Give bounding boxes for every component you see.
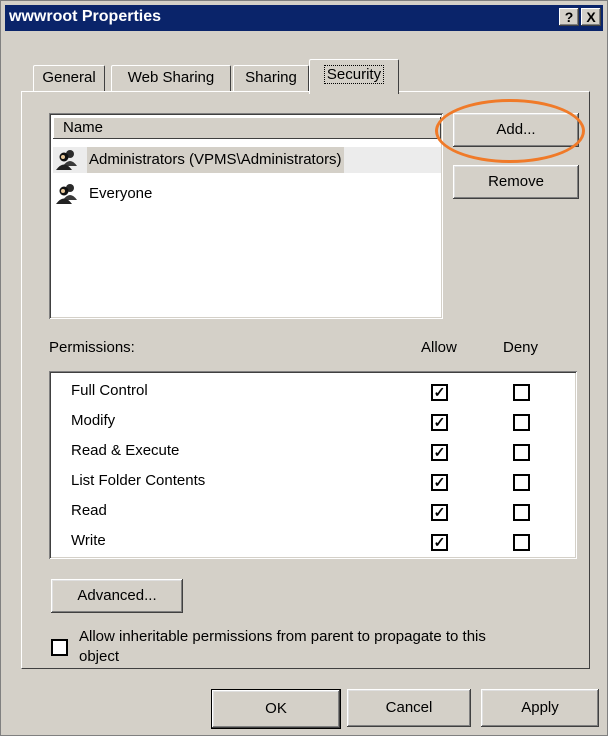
tab-web-sharing[interactable]: Web Sharing (111, 65, 231, 92)
allow-checkbox[interactable]: ✓ (431, 414, 448, 431)
inherit-label-line1: Allow inheritable permissions from paren… (79, 628, 486, 645)
users-group-icon (56, 184, 77, 204)
allow-checkbox[interactable]: ✓ (431, 504, 448, 521)
allow-checkbox[interactable]: ✓ (431, 444, 448, 461)
users-list-header[interactable]: Name (53, 117, 441, 139)
users-group-icon (56, 150, 77, 170)
deny-checkbox[interactable] (513, 444, 530, 461)
remove-button[interactable]: Remove (453, 165, 579, 199)
user-name-label: Administrators (VPMS\Administrators) (87, 147, 344, 173)
ok-button[interactable]: OK (211, 689, 341, 729)
permission-row: Full Control (71, 377, 148, 405)
inherit-label: Allow inheritable permissions from paren… (79, 627, 486, 667)
deny-header: Deny (503, 339, 539, 356)
title-bar[interactable]: wwwroot Properties ? X (5, 5, 603, 31)
permission-name: Modify (71, 412, 116, 429)
permission-name: Read & Execute (71, 442, 180, 459)
permission-name: Write (71, 532, 106, 549)
help-button[interactable]: ? (559, 8, 579, 26)
permission-row: Read & Execute (71, 437, 179, 465)
user-name-label: Everyone (89, 185, 153, 202)
add-button[interactable]: Add... (453, 113, 579, 147)
window-title: wwwroot Properties (9, 8, 162, 25)
allow-checkbox[interactable]: ✓ (431, 474, 448, 491)
users-list[interactable] (49, 113, 443, 319)
advanced-button[interactable]: Advanced... (51, 579, 183, 613)
permission-row: Modify (71, 407, 115, 435)
inherit-label-line2: object (79, 648, 120, 665)
permission-row: Read (71, 497, 107, 525)
permission-name: Full Control (71, 382, 148, 399)
name-column-header: Name (63, 119, 104, 136)
deny-checkbox[interactable] (513, 474, 530, 491)
deny-checkbox[interactable] (513, 414, 530, 431)
inherit-checkbox[interactable] (51, 639, 68, 656)
permission-row: List Folder Contents (71, 467, 205, 495)
permission-row: Write (71, 527, 106, 555)
deny-checkbox[interactable] (513, 384, 530, 401)
allow-checkbox[interactable]: ✓ (431, 534, 448, 551)
permission-name: List Folder Contents (71, 472, 206, 489)
tab-general[interactable]: General (33, 65, 105, 92)
tab-sharing[interactable]: Sharing (233, 65, 309, 92)
tab-security[interactable]: Security (309, 59, 399, 94)
deny-checkbox[interactable] (513, 534, 530, 551)
properties-dialog: wwwroot Properties ? X General Web Shari… (0, 0, 608, 736)
permission-name: Read (71, 502, 107, 519)
allow-header: Allow (421, 339, 457, 356)
list-item-administrators[interactable]: Administrators (VPMS\Administrators) (53, 147, 441, 173)
apply-button[interactable]: Apply (481, 689, 599, 727)
close-button[interactable]: X (581, 8, 601, 26)
deny-checkbox[interactable] (513, 504, 530, 521)
cancel-button[interactable]: Cancel (347, 689, 471, 727)
allow-checkbox[interactable]: ✓ (431, 384, 448, 401)
permissions-label: Permissions: (49, 339, 135, 356)
